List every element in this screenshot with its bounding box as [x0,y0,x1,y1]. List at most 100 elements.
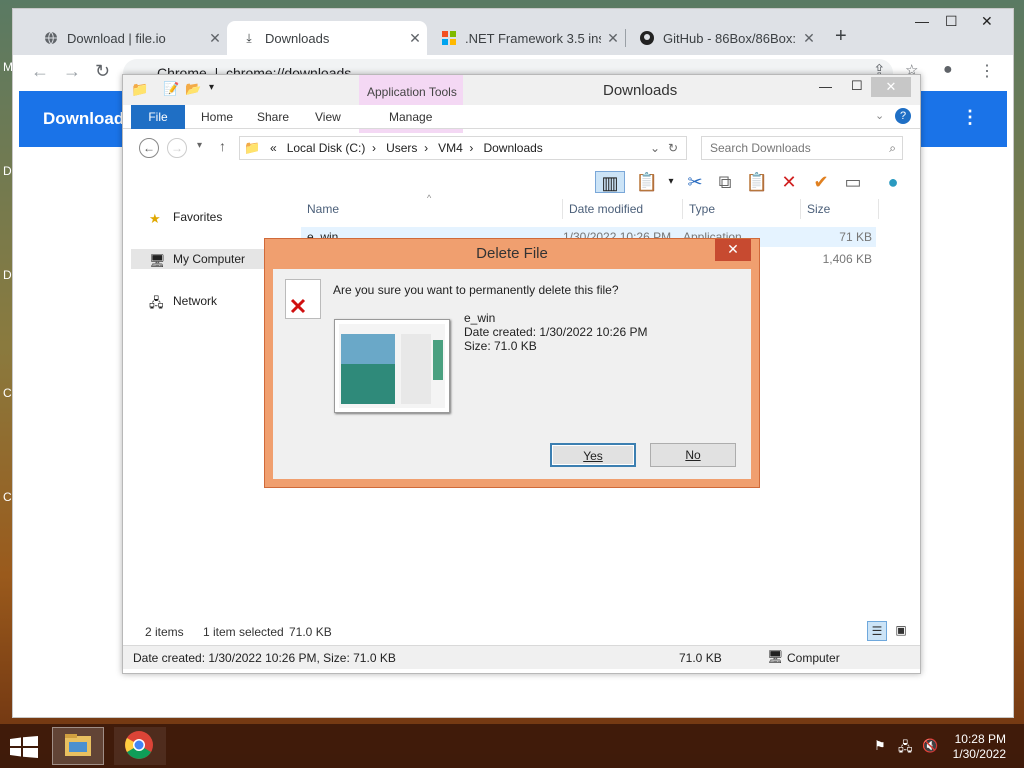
details-text: Date created: 1/30/2022 10:26 PM, Size: … [133,651,396,665]
back-button[interactable]: ← [31,61,49,82]
action-center-flag-icon[interactable]: ⚑ [874,738,886,754]
breadcrumb-item[interactable]: Users [386,141,417,155]
window-title: Downloads [603,82,678,99]
tab-label: Download | file.io [67,30,166,46]
file-explorer-taskbar-button[interactable] [52,727,104,765]
chevron-down-icon[interactable]: ▾ [659,171,683,193]
tab-label: GitHub - 86Box/86Box: E [663,30,797,46]
folder-icon: 📁 [244,140,261,155]
breadcrumb-prefix[interactable]: « [270,141,277,155]
details-size: 71.0 KB [679,651,722,665]
close-icon[interactable]: ✕ [403,30,427,47]
up-arrow-icon[interactable]: ↑ [219,138,226,154]
close-icon[interactable]: ✕ [203,30,227,47]
forward-button[interactable]: → [63,61,81,82]
nav-favorites[interactable]: ★ Favorites [131,207,291,227]
rename-icon[interactable]: ▭ [841,171,865,193]
tab-file[interactable]: File [131,105,185,129]
close-window-button[interactable]: ✕ [871,77,911,97]
maximize-button[interactable]: ☐ [851,78,863,94]
paste-icon[interactable]: 📋 [745,171,769,193]
properties-icon[interactable]: 📝 [163,81,179,97]
dialog-title: Delete File [476,245,548,262]
dialog-close-button[interactable]: ✕ [715,239,751,261]
breadcrumb-item[interactable]: Local Disk (C:) [287,141,366,155]
computer-icon: 🖥 [767,649,784,664]
menu-icon[interactable]: ⋮ [979,61,995,81]
breadcrumb-item[interactable]: VM4 [438,141,463,155]
desktop-icon-label[interactable]: C [3,386,12,400]
more-options-icon[interactable]: ⋮ [961,107,979,128]
start-button[interactable] [10,736,38,761]
taskbar: ⚑ 🖧 🔇 10:28 PM 1/30/2022 [0,724,1024,768]
recent-locations-icon[interactable]: ▾ [197,140,202,151]
column-name[interactable]: Name [301,199,563,219]
clock[interactable]: 10:28 PM 1/30/2022 [953,732,1006,762]
desktop-icon-label[interactable]: D [3,164,12,178]
close-icon[interactable]: ✕ [797,30,821,47]
checkmark-icon[interactable]: ✔ [809,171,833,193]
chevron-down-icon[interactable]: ⌄ [875,109,884,122]
forward-button[interactable]: → [167,138,187,158]
properties-icon[interactable]: 📋 [635,171,659,193]
reload-button[interactable]: ↻ [95,61,110,82]
delete-file-dialog: Delete File ✕ Are you sure you want to p… [264,238,760,488]
column-date-modified[interactable]: Date modified [563,199,683,219]
refresh-icon[interactable]: ↻ [668,137,678,159]
nav-label: Network [173,294,218,308]
large-icons-view-icon[interactable]: ▣ [891,621,911,641]
tab-file-io[interactable]: Download | file.io ✕ [29,21,227,55]
nav-label: Favorites [173,210,223,224]
chrome-taskbar-button[interactable] [114,727,166,765]
tab-github[interactable]: GitHub - 86Box/86Box: E ✕ [625,21,821,55]
folder-icon: 📁 [131,81,149,97]
chevron-down-icon[interactable]: ▾ [209,82,214,93]
new-tab-button[interactable]: + [835,25,847,48]
tab-home[interactable]: Home [193,105,241,129]
search-input[interactable]: Search Downloads ⌕ [701,136,903,160]
profile-icon[interactable]: ● [943,61,953,79]
maximize-button[interactable]: ☐ [945,13,958,30]
dialog-question: Are you sure you want to permanently del… [333,283,619,297]
tab-downloads[interactable]: ⤓ Downloads ✕ [227,21,427,55]
close-icon[interactable]: ✕ [601,30,625,47]
delete-icon[interactable]: ✕ [777,171,801,193]
chevron-down-icon[interactable]: ⌄ [650,137,660,159]
network-icon[interactable]: 🖧 [898,738,913,760]
help-icon[interactable]: ? [895,108,911,124]
column-size[interactable]: Size [801,199,879,219]
page-title: Downloads [43,109,134,128]
ribbon-tabs: File Home Share View Manage ⌄ ? [123,105,920,129]
minimize-button[interactable]: — [915,13,929,29]
search-placeholder: Search Downloads [710,141,811,155]
tab-share[interactable]: Share [249,105,297,129]
desktop-icon-label[interactable]: D [3,268,12,282]
cut-icon[interactable]: ✂ [683,171,707,193]
details-view-icon[interactable]: ☰ [867,621,887,641]
file-name: e_win [464,311,496,325]
globe-icon [43,30,59,46]
tab-dotnet[interactable]: .NET Framework 3.5 insta ✕ [427,21,625,55]
column-type[interactable]: Type [683,199,801,219]
close-window-button[interactable]: ✕ [981,13,993,30]
breadcrumb-item[interactable]: Downloads [483,141,542,155]
globe-icon[interactable]: ● [881,171,905,193]
yes-button[interactable]: Yes [550,443,636,467]
new-folder-icon[interactable]: 📂 [185,81,201,97]
tab-manage[interactable]: Manage [381,105,440,129]
no-button[interactable]: No [650,443,736,467]
details-bar: Date created: 1/30/2022 10:26 PM, Size: … [123,645,920,669]
copy-icon[interactable]: ⧉ [713,171,737,193]
minimize-button[interactable]: — [819,79,832,94]
status-bar: 2 items 1 item selected 71.0 KB ☰ ▣ [123,621,920,643]
star-icon: ★ [149,211,161,226]
selected-size: 71.0 KB [289,625,332,639]
tab-view[interactable]: View [307,105,349,129]
desktop-icon-label[interactable]: C [3,490,12,504]
preview-pane-icon[interactable]: ▥ [595,171,625,193]
address-box[interactable]: 📁 « Local Disk (C:) › Users › VM4 › Down… [239,136,687,160]
file-date-created: Date created: 1/30/2022 10:26 PM [464,325,648,339]
back-button[interactable]: ← [139,138,159,158]
volume-muted-icon[interactable]: 🔇 [922,738,938,754]
download-icon: ⤓ [246,30,252,45]
